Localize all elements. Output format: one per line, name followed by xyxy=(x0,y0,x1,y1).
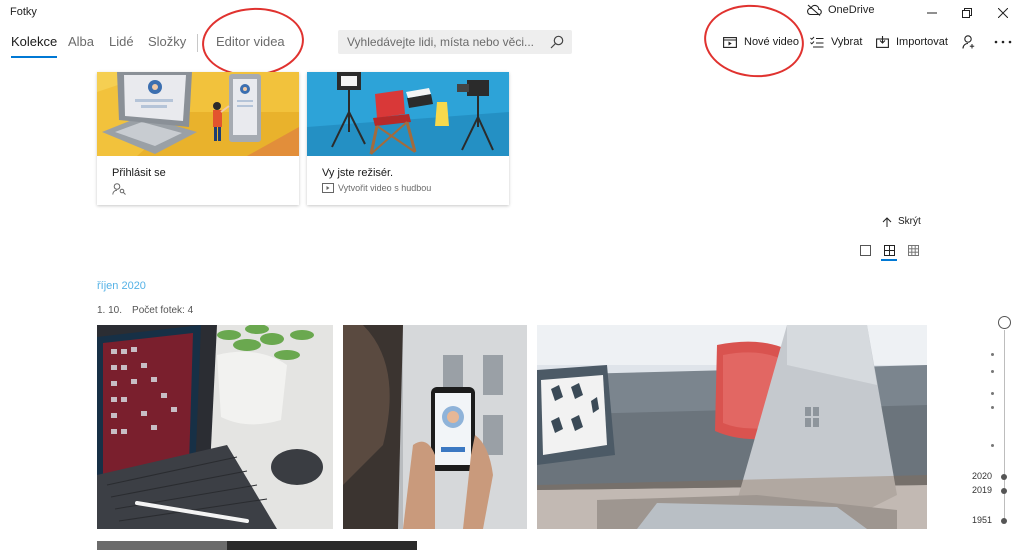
timeline-marker xyxy=(991,392,994,395)
tab-lide[interactable]: Lidé xyxy=(109,34,134,58)
photo-next-row[interactable] xyxy=(97,539,417,550)
tab-kolekce[interactable]: Kolekce xyxy=(11,34,58,58)
minimize-button[interactable] xyxy=(917,3,947,23)
director-card[interactable]: Vy jste režisér. Vytvořit video s hudbou xyxy=(307,72,509,205)
restore-icon xyxy=(962,8,972,18)
more-icon xyxy=(994,40,1012,44)
app-title: Fotky xyxy=(10,6,37,18)
tab-slozky[interactable]: Složky xyxy=(148,34,186,58)
director-card-subtitle: Vytvořit video s hudbou xyxy=(322,183,431,193)
close-button[interactable] xyxy=(988,3,1018,23)
photo-phone-hands[interactable] xyxy=(343,325,527,529)
select-button[interactable]: Vybrat xyxy=(810,34,862,50)
search-box[interactable] xyxy=(338,30,572,54)
single-square-icon xyxy=(859,244,871,256)
onedrive-label: OneDrive xyxy=(828,4,875,16)
person-key-icon xyxy=(112,183,126,195)
signin-card[interactable]: Přihlásit se xyxy=(97,72,299,205)
nav-divider xyxy=(197,34,198,52)
signin-card-title: Přihlásit se xyxy=(112,167,166,179)
video-icon xyxy=(322,183,334,193)
search-icon[interactable] xyxy=(550,35,564,49)
date-label: 1. 10. xyxy=(97,305,123,316)
timeline-year-1951[interactable]: 1951 xyxy=(972,515,992,525)
more-button[interactable] xyxy=(993,32,1013,52)
video-icon xyxy=(723,37,737,48)
onedrive-status[interactable]: OneDrive xyxy=(806,4,874,16)
timeline-year-2019[interactable]: 2019 xyxy=(972,485,992,495)
arrow-up-icon xyxy=(882,216,892,227)
grid-3x3-icon xyxy=(907,244,919,256)
search-input[interactable] xyxy=(347,35,550,49)
timeline-year-marker xyxy=(1001,518,1007,524)
cloud-off-icon xyxy=(807,4,822,16)
import-button[interactable]: Importovat xyxy=(876,34,948,50)
view-small-button[interactable] xyxy=(905,242,921,258)
director-card-subtitle-text: Vytvořit video s hudbou xyxy=(338,183,432,193)
director-card-title: Vy jste režisér. xyxy=(322,167,394,179)
timeline-marker xyxy=(991,370,994,373)
import-label: Importovat xyxy=(896,36,948,48)
new-video-button[interactable]: Nové video xyxy=(723,34,799,50)
new-video-label: Nové video xyxy=(744,36,800,48)
director-illustration xyxy=(307,72,509,156)
view-active-indicator xyxy=(881,259,897,261)
timeline-year-marker xyxy=(1001,488,1007,494)
tab-editor-videa[interactable]: Editor videa xyxy=(216,34,285,58)
checklist-icon xyxy=(810,36,824,48)
signin-illustration xyxy=(97,72,299,156)
timeline-marker xyxy=(991,353,994,356)
month-heading[interactable]: říjen 2020 xyxy=(97,280,146,292)
select-label: Vybrat xyxy=(831,36,863,48)
photo-laptop-sofa[interactable] xyxy=(537,325,927,529)
minimize-icon xyxy=(927,12,937,14)
import-icon xyxy=(876,36,889,48)
photo-tablet-plant[interactable] xyxy=(97,325,333,529)
account-button[interactable] xyxy=(959,32,979,52)
restore-button[interactable] xyxy=(952,3,982,23)
tab-alba[interactable]: Alba xyxy=(68,34,94,58)
grid-2x2-icon xyxy=(883,244,895,256)
timeline-year-marker xyxy=(1001,474,1007,480)
timeline-year-2020[interactable]: 2020 xyxy=(972,471,992,481)
timeline-marker xyxy=(991,406,994,409)
photo-count: Počet fotek: 4 xyxy=(132,305,194,316)
hide-label: Skrýt xyxy=(898,216,921,227)
view-medium-button[interactable] xyxy=(881,242,897,258)
timeline-marker xyxy=(991,444,994,447)
view-large-button[interactable] xyxy=(857,242,873,258)
hide-button[interactable]: Skrýt xyxy=(882,216,921,227)
signin-card-subtitle xyxy=(112,183,126,195)
day-heading: 1. 10. Počet fotek: 4 xyxy=(97,305,193,316)
person-icon xyxy=(962,35,975,49)
close-icon xyxy=(998,8,1008,18)
timeline-thumb[interactable] xyxy=(998,316,1011,329)
